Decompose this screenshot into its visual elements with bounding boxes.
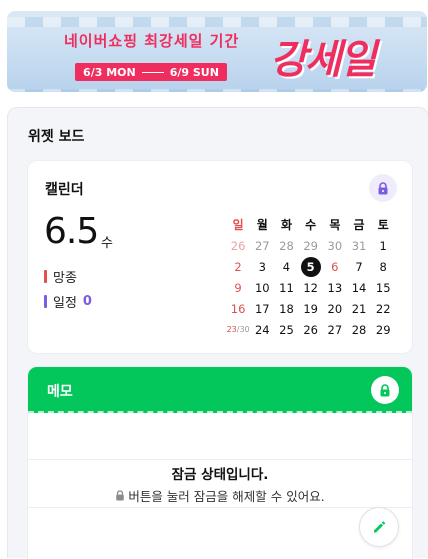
schedule-label: 일정	[53, 296, 77, 311]
week-row: 2 3 4 5 6 7 8	[226, 256, 402, 277]
banner-decoration	[7, 17, 427, 27]
weekday-label: 일	[232, 218, 244, 232]
schedule-legend: 일정 0	[44, 292, 92, 311]
memo-header: 메모	[28, 367, 412, 413]
lock-icon	[378, 181, 388, 194]
day-cell[interactable]: 14	[347, 281, 371, 295]
day-cell[interactable]: 15	[371, 281, 395, 295]
day-cell[interactable]: 17	[250, 302, 274, 316]
day-cell[interactable]: 3	[250, 260, 274, 274]
day-cell-split[interactable]: 23/30	[226, 325, 250, 334]
weekday-label: 월	[256, 218, 268, 232]
date-range-dash	[141, 71, 164, 73]
day-cell[interactable]: 19	[299, 302, 323, 316]
banner-date-end: 6/9 SUN	[169, 65, 219, 79]
schedule-count: 0	[82, 294, 92, 309]
week-row: 9 10 11 12 13 14 15	[226, 277, 402, 298]
day-cell[interactable]: 30	[323, 239, 347, 253]
banner-decoration	[7, 89, 427, 92]
day-cell[interactable]: 12	[299, 281, 323, 295]
memo-edit-button[interactable]	[359, 507, 399, 547]
pencil-icon	[374, 521, 386, 533]
day-cell[interactable]: 26	[226, 239, 250, 253]
board-title: 위젯 보드	[28, 129, 85, 145]
holiday-legend: 망종	[44, 267, 77, 286]
schedule-marker	[44, 295, 47, 308]
day-cell[interactable]: 10	[250, 281, 274, 295]
day-cell[interactable]: 6	[323, 260, 347, 274]
holiday-marker	[44, 270, 47, 283]
weekday-label: 목	[329, 218, 341, 232]
day-cell-today[interactable]: 5	[299, 256, 323, 277]
week-row: 26 27 28 29 30 31 1	[226, 235, 402, 256]
memo-locked-title: 잠금 상태입니다.	[171, 467, 269, 483]
weekday-header: 일 월 화 수 목 금 토	[226, 214, 402, 235]
today-date: 6.5	[44, 211, 99, 252]
day-cell[interactable]: 31	[347, 239, 371, 253]
month-grid: 일 월 화 수 목 금 토 26 27 28 29 30 31 1 2 3 4 …	[226, 214, 402, 340]
banner-big-title: 강세일	[270, 37, 376, 83]
day-cell[interactable]: 18	[274, 302, 298, 316]
day-cell[interactable]: 21	[347, 302, 371, 316]
calendar-lock-button[interactable]	[369, 174, 397, 202]
day-cell[interactable]: 27	[323, 323, 347, 337]
day-cell[interactable]: 8	[371, 260, 395, 274]
memo-ruled-line	[28, 459, 412, 460]
holiday-label: 망종	[53, 271, 77, 286]
banner-headline: 네이버쇼핑 최강세일 기간	[64, 32, 240, 50]
banner-date-range: 6/3 MON 6/9 SUN	[75, 63, 227, 81]
widget-board: 위젯 보드 캘린더 6.5 수 망종 일정 0 일 월 화 수 목 금 토 26…	[7, 107, 428, 559]
memo-title: 메모	[47, 384, 73, 400]
lock-icon	[380, 383, 390, 396]
small-lock-icon	[116, 490, 125, 501]
week-row: 16 17 18 19 20 21 22	[226, 298, 402, 319]
today-marker: 5	[300, 256, 321, 277]
day-cell[interactable]: 20	[323, 302, 347, 316]
today-weekday: 수	[101, 236, 113, 251]
day-cell[interactable]: 29	[299, 239, 323, 253]
day-cell[interactable]: 16	[226, 302, 250, 316]
day-cell[interactable]: 28	[274, 239, 298, 253]
day-cell[interactable]: 25	[274, 323, 298, 337]
day-cell[interactable]: 2	[226, 260, 250, 274]
week-row: 23/30 24 25 26 27 28 29	[226, 319, 402, 340]
calendar-title: 캘린더	[45, 182, 84, 198]
memo-ruled-line	[28, 507, 412, 508]
memo-lock-button[interactable]	[371, 376, 399, 404]
memo-locked-desc-text: 버튼을 눌러 잠금을 해제할 수 있어요.	[128, 489, 325, 504]
day-cell[interactable]: 7	[347, 260, 371, 274]
weekday-label: 금	[353, 218, 365, 232]
weekday-label: 화	[280, 218, 292, 232]
day-cell[interactable]: 22	[371, 302, 395, 316]
day-cell[interactable]: 1	[371, 239, 395, 253]
promo-banner[interactable]: 네이버쇼핑 최강세일 기간 6/3 MON 6/9 SUN 강세일	[7, 11, 427, 92]
day-cell[interactable]: 27	[250, 239, 274, 253]
day-cell[interactable]: 28	[347, 323, 371, 337]
memo-locked-description: 버튼을 눌러 잠금을 해제할 수 있어요.	[28, 486, 412, 505]
day-cell[interactable]: 9	[226, 281, 250, 295]
day-cell[interactable]: 11	[274, 281, 298, 295]
day-cell[interactable]: 29	[371, 323, 395, 337]
day-cell[interactable]: 4	[274, 260, 298, 274]
day-cell[interactable]: 26	[299, 323, 323, 337]
weekday-label: 토	[377, 218, 389, 232]
calendar-widget[interactable]: 캘린더 6.5 수 망종 일정 0 일 월 화 수 목 금 토 26 27 28…	[27, 160, 413, 354]
banner-date-start: 6/3 MON	[83, 65, 136, 79]
weekday-label: 수	[305, 218, 317, 232]
day-cell[interactable]: 13	[323, 281, 347, 295]
day-cell[interactable]: 24	[250, 323, 274, 337]
memo-widget[interactable]: 메모 잠금 상태입니다. 버튼을 눌러 잠금을 해제할 수 있어요.	[27, 366, 413, 559]
